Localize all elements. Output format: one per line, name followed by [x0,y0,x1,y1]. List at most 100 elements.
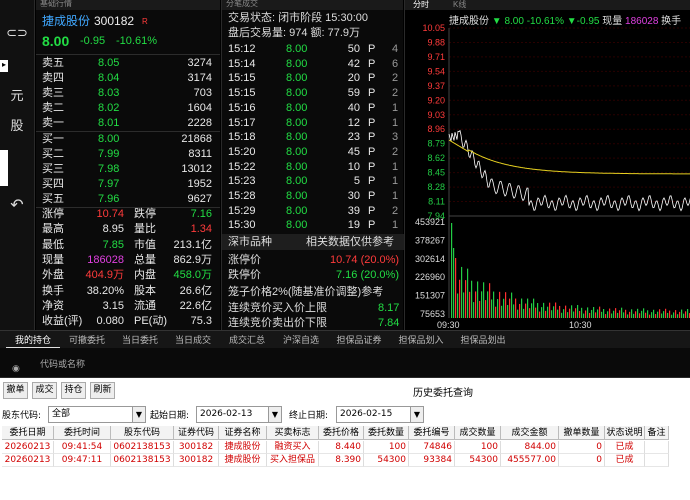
table-cell[interactable]: 09:47:11 [54,454,111,467]
table-cell[interactable]: 已成 [605,454,645,467]
table-cell[interactable]: 100 [364,441,409,454]
table-cell[interactable]: 0 [559,441,605,454]
table-cell[interactable]: 93384 [409,454,455,467]
intraday-chart[interactable]: 分时 K线 捷成股份 ▼ 8.00 -10.61% ▼-0.95 现量 1860… [404,0,690,330]
refresh-button[interactable]: 刷新 [90,382,115,399]
table-cell[interactable]: 54300 [455,454,501,467]
table-cell[interactable]: 8.440 [319,441,364,454]
volume-bar [523,308,525,318]
table-cell[interactable]: 844.00 [501,441,559,454]
volume-bar [457,293,459,318]
trade-time: 15:23 [228,175,256,188]
table-cell[interactable]: 300182 [174,454,219,467]
table-cell[interactable]: 买入担保品 [267,454,319,467]
stat-label: 收益(评) [42,315,83,328]
tab-bottom-1[interactable]: 可撤委托 [60,331,114,349]
table-cell[interactable]: 融资买入 [267,441,319,454]
column-header[interactable]: 委托时间 [54,426,111,440]
yuan-button[interactable]: 元 [0,85,34,104]
trade-time: 15:14 [228,57,256,70]
volume-bar [481,291,483,318]
bid-row[interactable]: 买五 7.96 9627 [40,192,216,207]
column-header[interactable]: 成交数量 [455,426,501,440]
stat-row: 收益(评) 0.080 PE(动) 75.3 [40,314,216,329]
tab-bottom-6[interactable]: 担保品证券 [328,331,390,349]
volume-tick-label: 226960 [415,272,445,282]
table-cell[interactable]: 已成 [605,441,645,454]
trade-volume: 39 [347,204,360,217]
stock-name[interactable]: 捷成股份 [42,14,90,29]
holder-label: 股东代码: [2,411,42,421]
holder-select[interactable]: 全部 ▼ [48,406,146,423]
bid-row[interactable]: 买三 7.98 13012 [40,162,216,177]
ask-row[interactable]: 卖三 8.03 703 [40,86,216,101]
ask-row[interactable]: 卖一 8.01 2228 [40,116,216,131]
tab-bottom-0[interactable]: 我的持仓 [6,331,60,349]
table-cell[interactable] [645,441,669,454]
trades-panel: 分笔成交 交易状态: 闭市阶段 15:30:00 盘后交易量: 974 额: 7… [221,0,404,330]
positions-button[interactable]: 持仓 [61,382,86,399]
table-cell[interactable]: 54300 [364,454,409,467]
table-cell[interactable]: 100 [455,441,501,454]
bid-row[interactable]: 买二 7.99 8311 [40,147,216,162]
cage-buy-label: 连续竞价买入价上限 [228,302,327,314]
column-header[interactable]: 委托日期 [2,426,54,440]
arrow-icon[interactable]: ▸ [0,60,8,72]
filled-button[interactable]: 成交 [32,382,57,399]
column-header[interactable]: 委托数量 [364,426,409,440]
tab-bottom-3[interactable]: 当日成交 [166,331,220,349]
table-cell[interactable]: 74846 [409,441,455,454]
connect-icon[interactable]: ⊂⊃ [0,25,34,41]
column-header[interactable]: 买卖标志 [267,426,319,440]
table-cell[interactable]: 捷成股份 [219,454,267,467]
tab-bottom-4[interactable]: 成交汇总 [220,331,274,349]
bid-row[interactable]: 买一 8.00 21868 [40,132,216,147]
table-cell[interactable]: 捷成股份 [219,441,267,454]
table-cell[interactable]: 0602138153 [111,454,174,467]
table-cell[interactable]: 09:41:54 [54,441,111,454]
ask-row[interactable]: 卖四 8.04 3174 [40,71,216,86]
table-cell[interactable]: 0602138153 [111,441,174,454]
level-volume: 9627 [187,193,212,205]
tab-bottom-8[interactable]: 担保品划出 [452,331,514,349]
tab-bottom-2[interactable]: 当日委托 [114,331,166,349]
chevron-down-icon[interactable]: ▼ [132,407,145,422]
column-header[interactable]: 委托价格 [319,426,364,440]
code-search-label[interactable]: 代码或名称 [40,357,85,370]
end-date-input[interactable]: 2026-02-15 ▼ [336,406,424,423]
ask-row[interactable]: 卖五 8.05 3274 [40,56,216,71]
table-cell[interactable]: 0 [559,454,605,467]
quote-header: 基础行情 [36,0,220,10]
stock-button[interactable]: 股 [0,115,34,134]
column-header[interactable]: 股东代码 [111,426,174,440]
column-header[interactable]: 备注 [645,426,669,440]
level-label: 买四 [42,178,64,190]
trade-volume: 10 [347,160,360,173]
table-cell[interactable]: 20260213 [2,441,54,454]
tab-bottom-5[interactable]: 沪深自选 [274,331,328,349]
calendar-dropdown-icon[interactable]: ▼ [268,407,281,422]
column-header[interactable]: 撤单数量 [559,426,605,440]
trades-header: 分笔成交 [222,0,403,10]
start-date-input[interactable]: 2026-02-13 ▼ [196,406,282,423]
back-icon[interactable]: ↶ [0,195,34,215]
ask-row[interactable]: 卖二 8.02 1604 [40,101,216,116]
eye-icon[interactable]: ◉ [12,363,20,374]
bid-row[interactable]: 买四 7.97 1952 [40,177,216,192]
column-header[interactable]: 状态说明 [605,426,645,440]
column-header[interactable]: 证券名称 [219,426,267,440]
table-cell[interactable]: 20260213 [2,454,54,467]
column-header[interactable]: 委托编号 [409,426,455,440]
side-handle[interactable] [0,150,8,186]
table-cell[interactable] [645,454,669,467]
calendar-dropdown-icon[interactable]: ▼ [410,407,423,422]
volume-bar [561,312,563,318]
table-cell[interactable]: 8.390 [319,454,364,467]
table-cell[interactable]: 300182 [174,441,219,454]
column-header[interactable]: 证券代码 [174,426,219,440]
cancel-order-button[interactable]: 撤单 [3,382,28,399]
table-cell[interactable]: 455577.00 [501,454,559,467]
column-header[interactable]: 成交金额 [501,426,559,440]
volume-bar [475,291,477,318]
tab-bottom-7[interactable]: 担保品划入 [390,331,452,349]
